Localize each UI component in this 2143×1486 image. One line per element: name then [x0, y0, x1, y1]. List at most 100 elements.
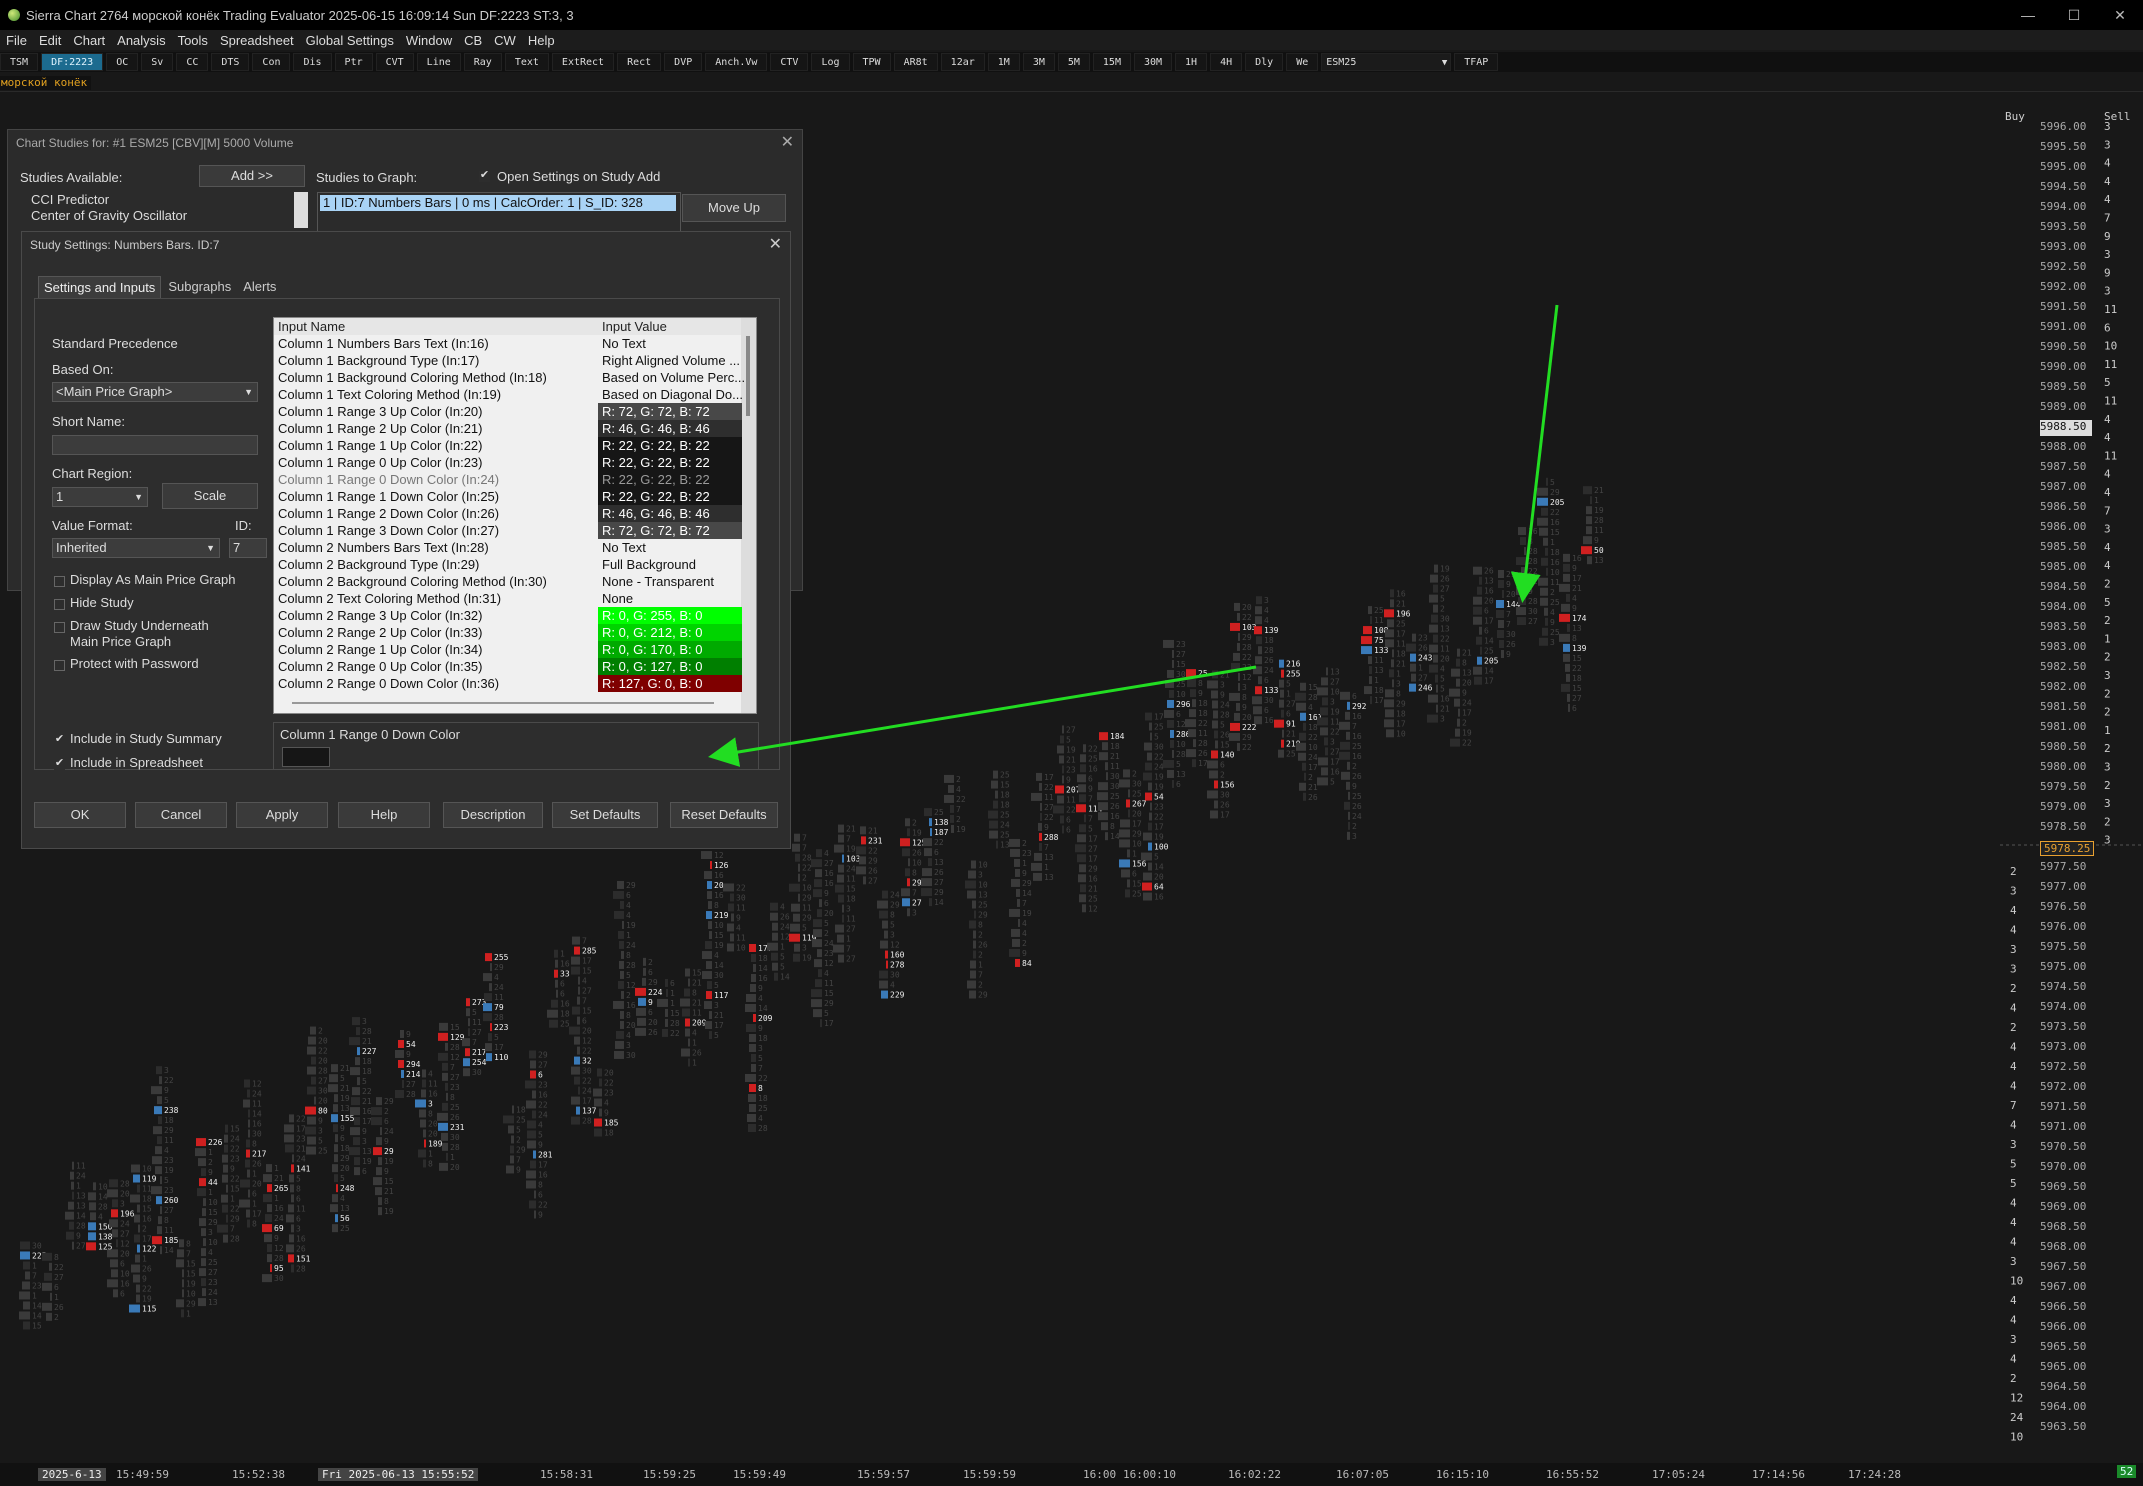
- input-value[interactable]: No Text: [598, 539, 742, 556]
- input-row[interactable]: Column 2 Range 0 Down Color (In:36) R: 12…: [274, 675, 742, 692]
- menu-global-settings[interactable]: Global Settings: [300, 33, 400, 48]
- toolbar-button-log[interactable]: Log: [811, 53, 850, 71]
- close-icon[interactable]: ✕: [769, 234, 782, 254]
- toolbar-button-dvp[interactable]: DVP: [664, 53, 703, 71]
- toolbar-button-anch-vw[interactable]: Anch.Vw: [705, 53, 768, 71]
- menu-help[interactable]: Help: [522, 33, 561, 48]
- maximize-button[interactable]: ☐: [2051, 0, 2097, 30]
- toolbar-button-cvt[interactable]: CVT: [375, 53, 414, 71]
- input-value[interactable]: None - Transparent: [598, 573, 742, 590]
- toolbar-button-tsm[interactable]: TSM: [0, 53, 39, 71]
- toolbar-button-line[interactable]: Line: [416, 53, 461, 71]
- toolbar-button-sv[interactable]: Sv: [141, 53, 174, 71]
- toolbar-button-rect[interactable]: Rect: [617, 53, 662, 71]
- grid-horizontal-scrollbar[interactable]: [292, 702, 714, 704]
- input-value[interactable]: Right Aligned Volume ...: [598, 352, 742, 369]
- time-axis[interactable]: 2025-6-13 15:49:59 15:52:38 Fri 2025-06-13 …: [0, 1463, 2143, 1486]
- toolbar-button-ptr[interactable]: Ptr: [334, 53, 373, 71]
- input-row[interactable]: Column 2 Text Coloring Method (In:31) Non…: [274, 590, 742, 607]
- input-row[interactable]: Column 2 Background Type (In:29) Full Bac…: [274, 556, 742, 573]
- open-settings-checkbox[interactable]: ✔: [479, 170, 490, 182]
- input-value[interactable]: R: 0, G: 212, B: 0: [598, 624, 742, 641]
- input-row[interactable]: Column 1 Range 1 Up Color (In:22) R: 22, …: [274, 437, 742, 454]
- tab-settings-and-inputs[interactable]: Settings and Inputs: [38, 276, 162, 298]
- input-value[interactable]: Based on Volume Perc...: [598, 369, 745, 386]
- menu-cb[interactable]: CB: [458, 33, 488, 48]
- studies-to-graph-list[interactable]: 1 | ID:7 Numbers Bars | 0 ms | CalcOrder…: [317, 192, 681, 234]
- apply-button[interactable]: Apply: [236, 802, 328, 828]
- toolbar-button-cc[interactable]: CC: [176, 53, 209, 71]
- input-value[interactable]: None: [598, 590, 742, 607]
- input-row[interactable]: Column 2 Range 1 Up Color (In:34) R: 0, G…: [274, 641, 742, 658]
- list-item[interactable]: CCI Predictor: [31, 192, 109, 207]
- based-on-select[interactable]: <Main Price Graph> ▼: [52, 382, 258, 402]
- input-value[interactable]: R: 22, G: 22, B: 22: [598, 488, 742, 505]
- toolbar-button-1h[interactable]: 1H: [1175, 53, 1208, 71]
- input-row[interactable]: Column 1 Text Coloring Method (In:19) Bas…: [274, 386, 743, 403]
- menu-cw[interactable]: CW: [488, 33, 522, 48]
- input-value[interactable]: No Text: [598, 335, 742, 352]
- menu-file[interactable]: File: [0, 33, 33, 48]
- menu-analysis[interactable]: Analysis: [111, 33, 171, 48]
- close-window-button[interactable]: ✕: [2097, 0, 2143, 30]
- toolbar-button-we[interactable]: We: [1286, 53, 1319, 71]
- input-value[interactable]: Full Background: [598, 556, 742, 573]
- color-swatch[interactable]: [282, 747, 330, 767]
- list-scrollbar[interactable]: [294, 192, 308, 228]
- input-row[interactable]: Column 1 Range 2 Down Color (In:26) R: 46…: [274, 505, 742, 522]
- input-value[interactable]: R: 46, G: 46, B: 46: [598, 505, 742, 522]
- description-button[interactable]: Description: [443, 802, 543, 828]
- symbol-selector[interactable]: ESM25 ▼: [1321, 53, 1452, 71]
- protect-password-checkbox[interactable]: [54, 660, 65, 671]
- short-name-input[interactable]: [52, 435, 258, 455]
- cancel-button[interactable]: Cancel: [135, 802, 227, 828]
- close-icon[interactable]: ✕: [781, 132, 794, 152]
- reset-defaults-button[interactable]: Reset Defaults: [670, 802, 778, 828]
- input-value[interactable]: R: 46, G: 46, B: 46: [598, 420, 742, 437]
- input-value[interactable]: R: 72, G: 72, B: 72: [598, 403, 742, 420]
- add-study-button[interactable]: Add >>: [199, 165, 305, 187]
- scale-button[interactable]: Scale: [162, 483, 258, 509]
- input-value[interactable]: R: 22, G: 22, B: 22: [598, 437, 742, 454]
- draw-underneath-checkbox[interactable]: [54, 622, 65, 633]
- input-row[interactable]: Column 1 Numbers Bars Text (In:16) No Tex…: [274, 335, 742, 352]
- input-row[interactable]: Column 1 Range 3 Up Color (In:20) R: 72, …: [274, 403, 742, 420]
- input-row[interactable]: Column 1 Background Type (In:17) Right Al…: [274, 352, 742, 369]
- help-button[interactable]: Help: [338, 802, 430, 828]
- input-row[interactable]: Column 2 Range 2 Up Color (In:33) R: 0, G…: [274, 624, 742, 641]
- input-value[interactable]: R: 127, G: 0, B: 0: [598, 675, 742, 692]
- input-value[interactable]: R: 0, G: 170, B: 0: [598, 641, 742, 658]
- toolbar-button-30m[interactable]: 30M: [1133, 53, 1173, 71]
- studies-available-list[interactable]: CCI Predictor Center of Gravity Oscillat…: [20, 190, 312, 230]
- input-value[interactable]: R: 22, G: 22, B: 22: [598, 454, 742, 471]
- selected-study-item[interactable]: 1 | ID:7 Numbers Bars | 0 ms | CalcOrder…: [320, 195, 676, 211]
- toolbar-button-ctv[interactable]: CTV: [770, 53, 809, 71]
- input-row[interactable]: Column 2 Background Coloring Method (In:…: [274, 573, 742, 590]
- tab-alerts[interactable]: Alerts: [238, 276, 281, 298]
- toolbar-button-oc[interactable]: OC: [106, 53, 139, 71]
- move-up-button[interactable]: Move Up: [682, 194, 786, 222]
- toolbar-button-dis[interactable]: Dis: [293, 53, 332, 71]
- tab-subgraphs[interactable]: Subgraphs: [163, 276, 236, 298]
- toolbar-button-ar8t[interactable]: AR8t: [893, 53, 938, 71]
- list-item[interactable]: Center of Gravity Oscillator: [31, 208, 187, 223]
- value-format-select[interactable]: Inherited ▼: [52, 538, 220, 558]
- input-row[interactable]: Column 2 Range 0 Up Color (In:35) R: 0, G…: [274, 658, 742, 675]
- minimize-button[interactable]: —: [2005, 0, 2051, 30]
- input-value[interactable]: R: 72, G: 72, B: 72: [598, 522, 742, 539]
- menu-window[interactable]: Window: [400, 33, 458, 48]
- input-row[interactable]: Column 1 Range 2 Up Color (In:21) R: 46, …: [274, 420, 742, 437]
- toolbar-button-ray[interactable]: Ray: [463, 53, 502, 71]
- id-input[interactable]: 7: [229, 538, 267, 558]
- set-defaults-button[interactable]: Set Defaults: [552, 802, 658, 828]
- inputs-grid[interactable]: Input Name Input Value Column 1 Numbers …: [273, 317, 757, 714]
- toolbar-button-3m[interactable]: 3M: [1022, 53, 1055, 71]
- input-row[interactable]: Column 1 Range 1 Down Color (In:25) R: 22…: [274, 488, 742, 505]
- menu-spreadsheet[interactable]: Spreadsheet: [214, 33, 300, 48]
- input-row[interactable]: Column 1 Range 3 Down Color (In:27) R: 72…: [274, 522, 742, 539]
- toolbar-button-tfap[interactable]: TFAP: [1454, 53, 1499, 71]
- scroll-thumb[interactable]: [746, 336, 750, 416]
- include-summary-checkbox[interactable]: ✔: [54, 734, 65, 746]
- toolbar-button-dly[interactable]: Dly: [1245, 53, 1284, 71]
- toolbar-button-df-2223[interactable]: DF:2223: [41, 53, 104, 71]
